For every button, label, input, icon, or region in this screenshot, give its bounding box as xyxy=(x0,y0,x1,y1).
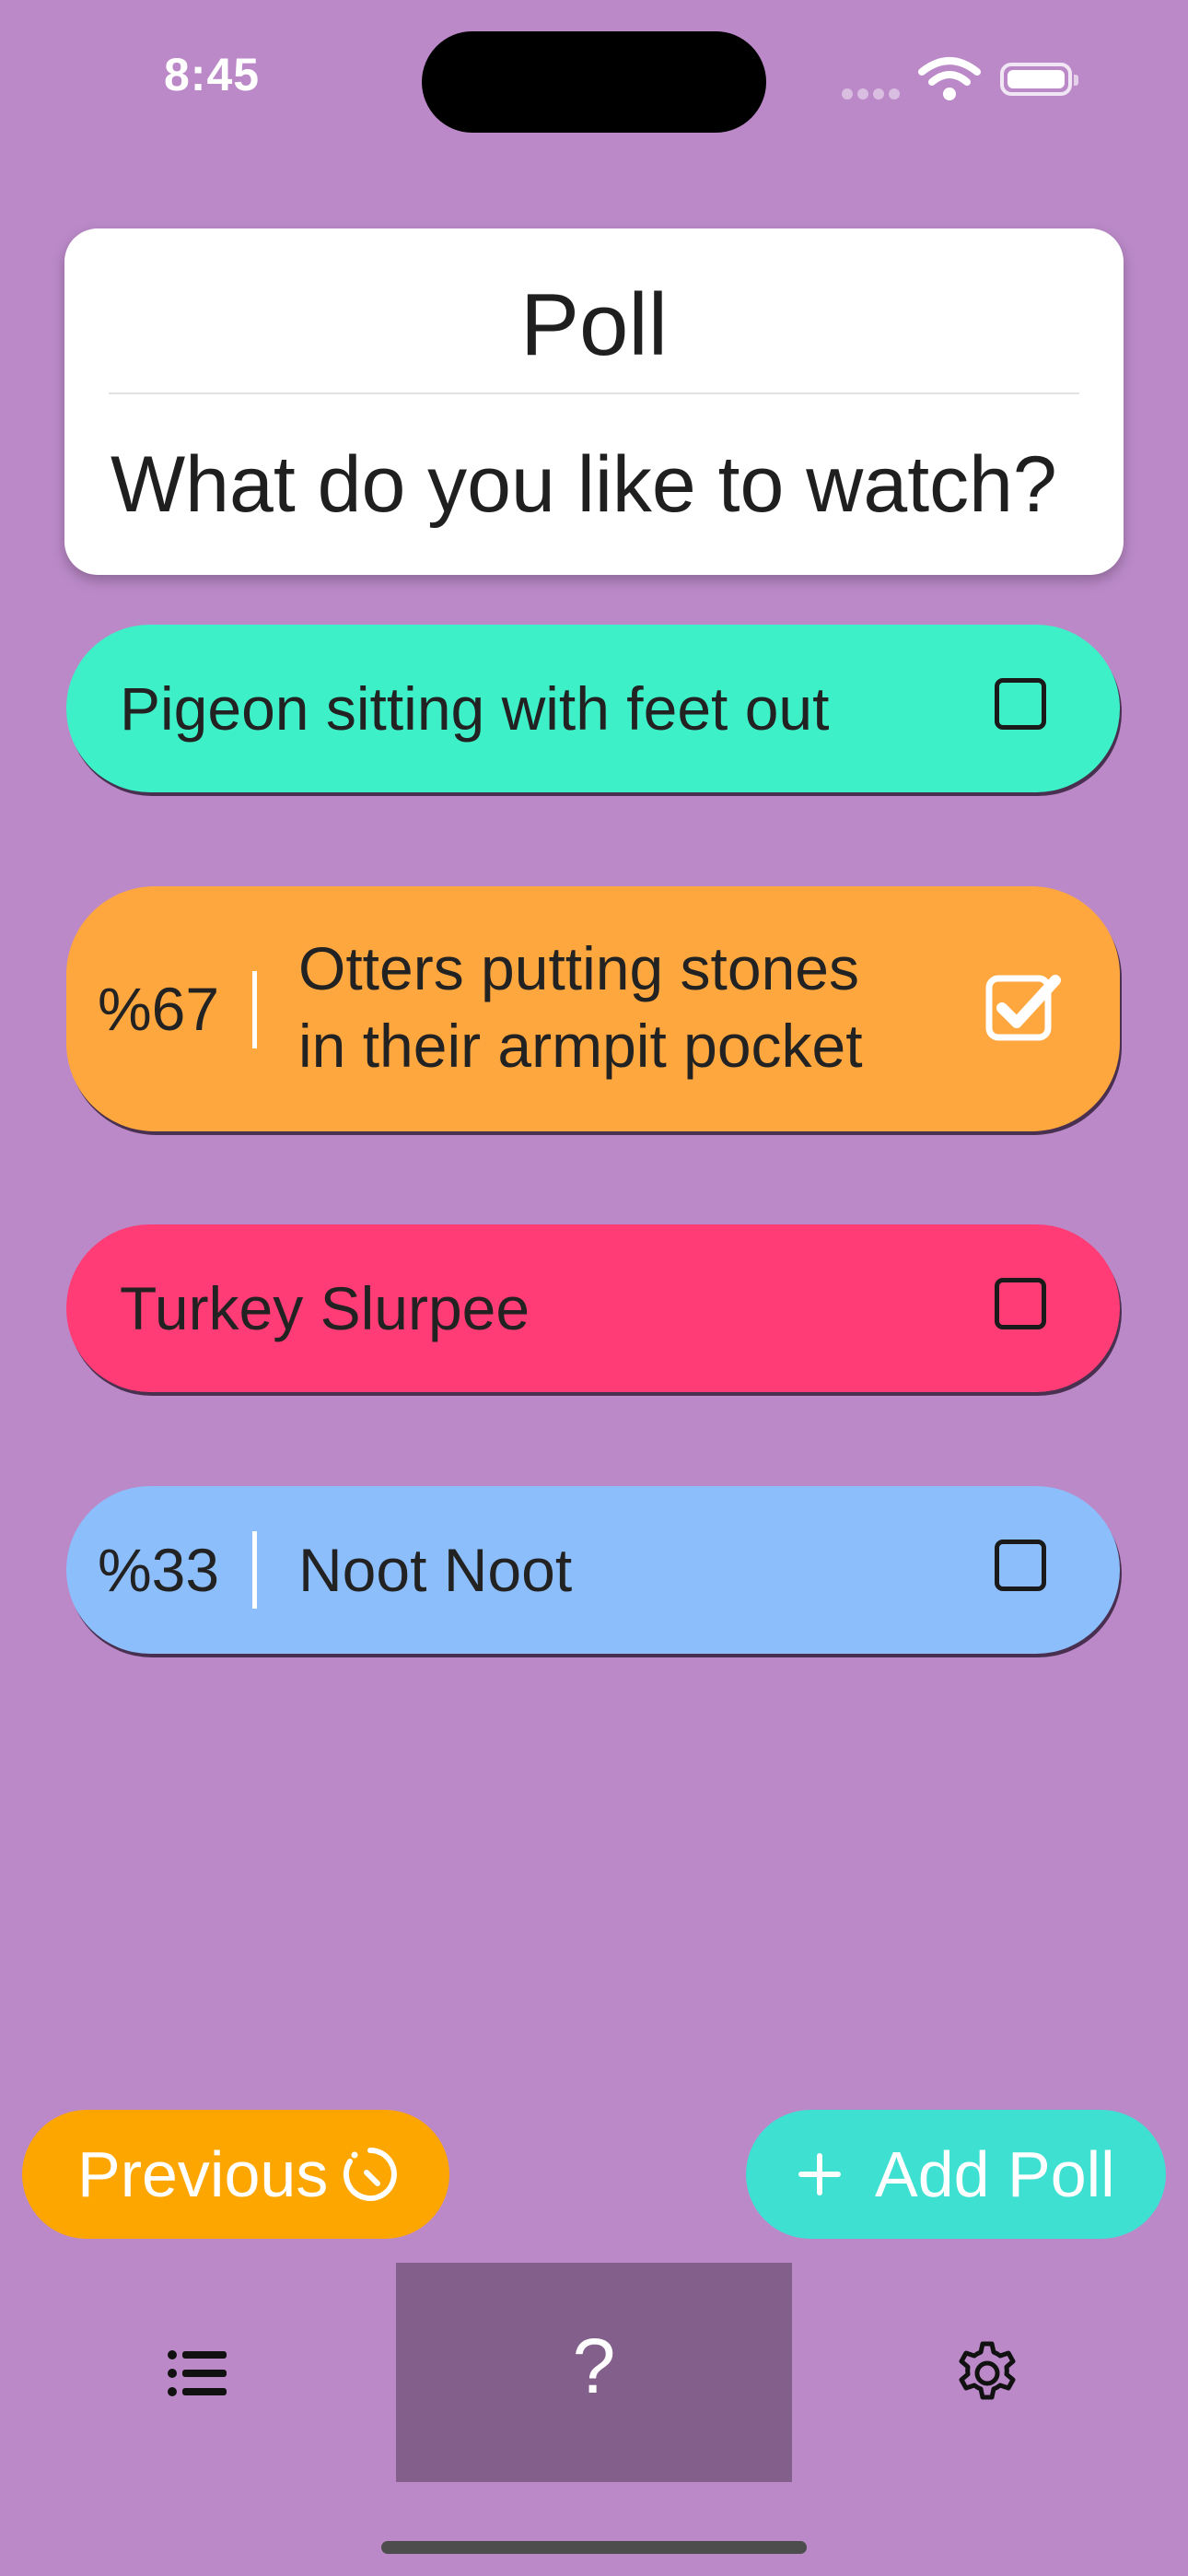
add-poll-label: Add Poll xyxy=(875,2138,1115,2210)
status-bar: 8:45 xyxy=(0,0,1188,157)
option-label: Noot Noot xyxy=(298,1536,573,1604)
option-label-line2: in their armpit pocket xyxy=(298,1012,863,1080)
home-indicator xyxy=(381,2541,807,2554)
tab-settings[interactable] xyxy=(792,2263,1188,2482)
poll-question: What do you like to watch? xyxy=(111,440,1057,529)
wifi-icon xyxy=(918,57,981,100)
plus-icon xyxy=(798,2153,841,2195)
status-time: 8:45 xyxy=(164,49,261,100)
poll-option-noot[interactable]: %33 Noot Noot xyxy=(66,1486,1120,1654)
add-poll-button[interactable]: Add Poll xyxy=(746,2110,1166,2239)
poll-option-pigeon[interactable]: Pigeon sitting with feet out xyxy=(66,625,1120,792)
option-label: Pigeon sitting with feet out xyxy=(120,674,830,743)
option-label: Turkey Slurpee xyxy=(120,1274,530,1342)
unchecked-checkbox-icon[interactable] xyxy=(995,1278,1046,1329)
question-icon: ? xyxy=(572,2323,616,2409)
poll-title: Poll xyxy=(519,275,669,374)
poll-card: Poll What do you like to watch? xyxy=(64,228,1124,575)
tab-question[interactable]: ? xyxy=(396,2263,792,2482)
option-percent: %33 xyxy=(98,1536,220,1604)
option-separator xyxy=(252,971,257,1048)
previous-label: Previous xyxy=(77,2138,329,2210)
tab-list[interactable] xyxy=(0,2263,396,2482)
previous-button[interactable]: Previous xyxy=(22,2110,449,2239)
poll-option-turkey[interactable]: Turkey Slurpee xyxy=(66,1224,1120,1392)
option-separator xyxy=(252,1531,257,1609)
dynamic-island xyxy=(422,31,766,133)
tab-bar: ? xyxy=(0,2263,1188,2484)
battery-icon xyxy=(1000,63,1078,96)
poll-option-otters[interactable]: %67 Otters putting stones in their armpi… xyxy=(66,886,1120,1131)
option-label-line1: Otters putting stones xyxy=(298,934,859,1002)
unchecked-checkbox-icon[interactable] xyxy=(995,678,1046,730)
list-icon xyxy=(168,2350,227,2396)
history-timer-icon xyxy=(343,2148,397,2201)
poll-divider xyxy=(109,392,1079,394)
option-percent: %67 xyxy=(98,975,220,1043)
checked-checkbox-icon[interactable] xyxy=(984,967,1063,1047)
cellular-signal-icon xyxy=(842,88,904,104)
gear-icon xyxy=(959,2341,1016,2400)
unchecked-checkbox-icon[interactable] xyxy=(995,1540,1046,1591)
